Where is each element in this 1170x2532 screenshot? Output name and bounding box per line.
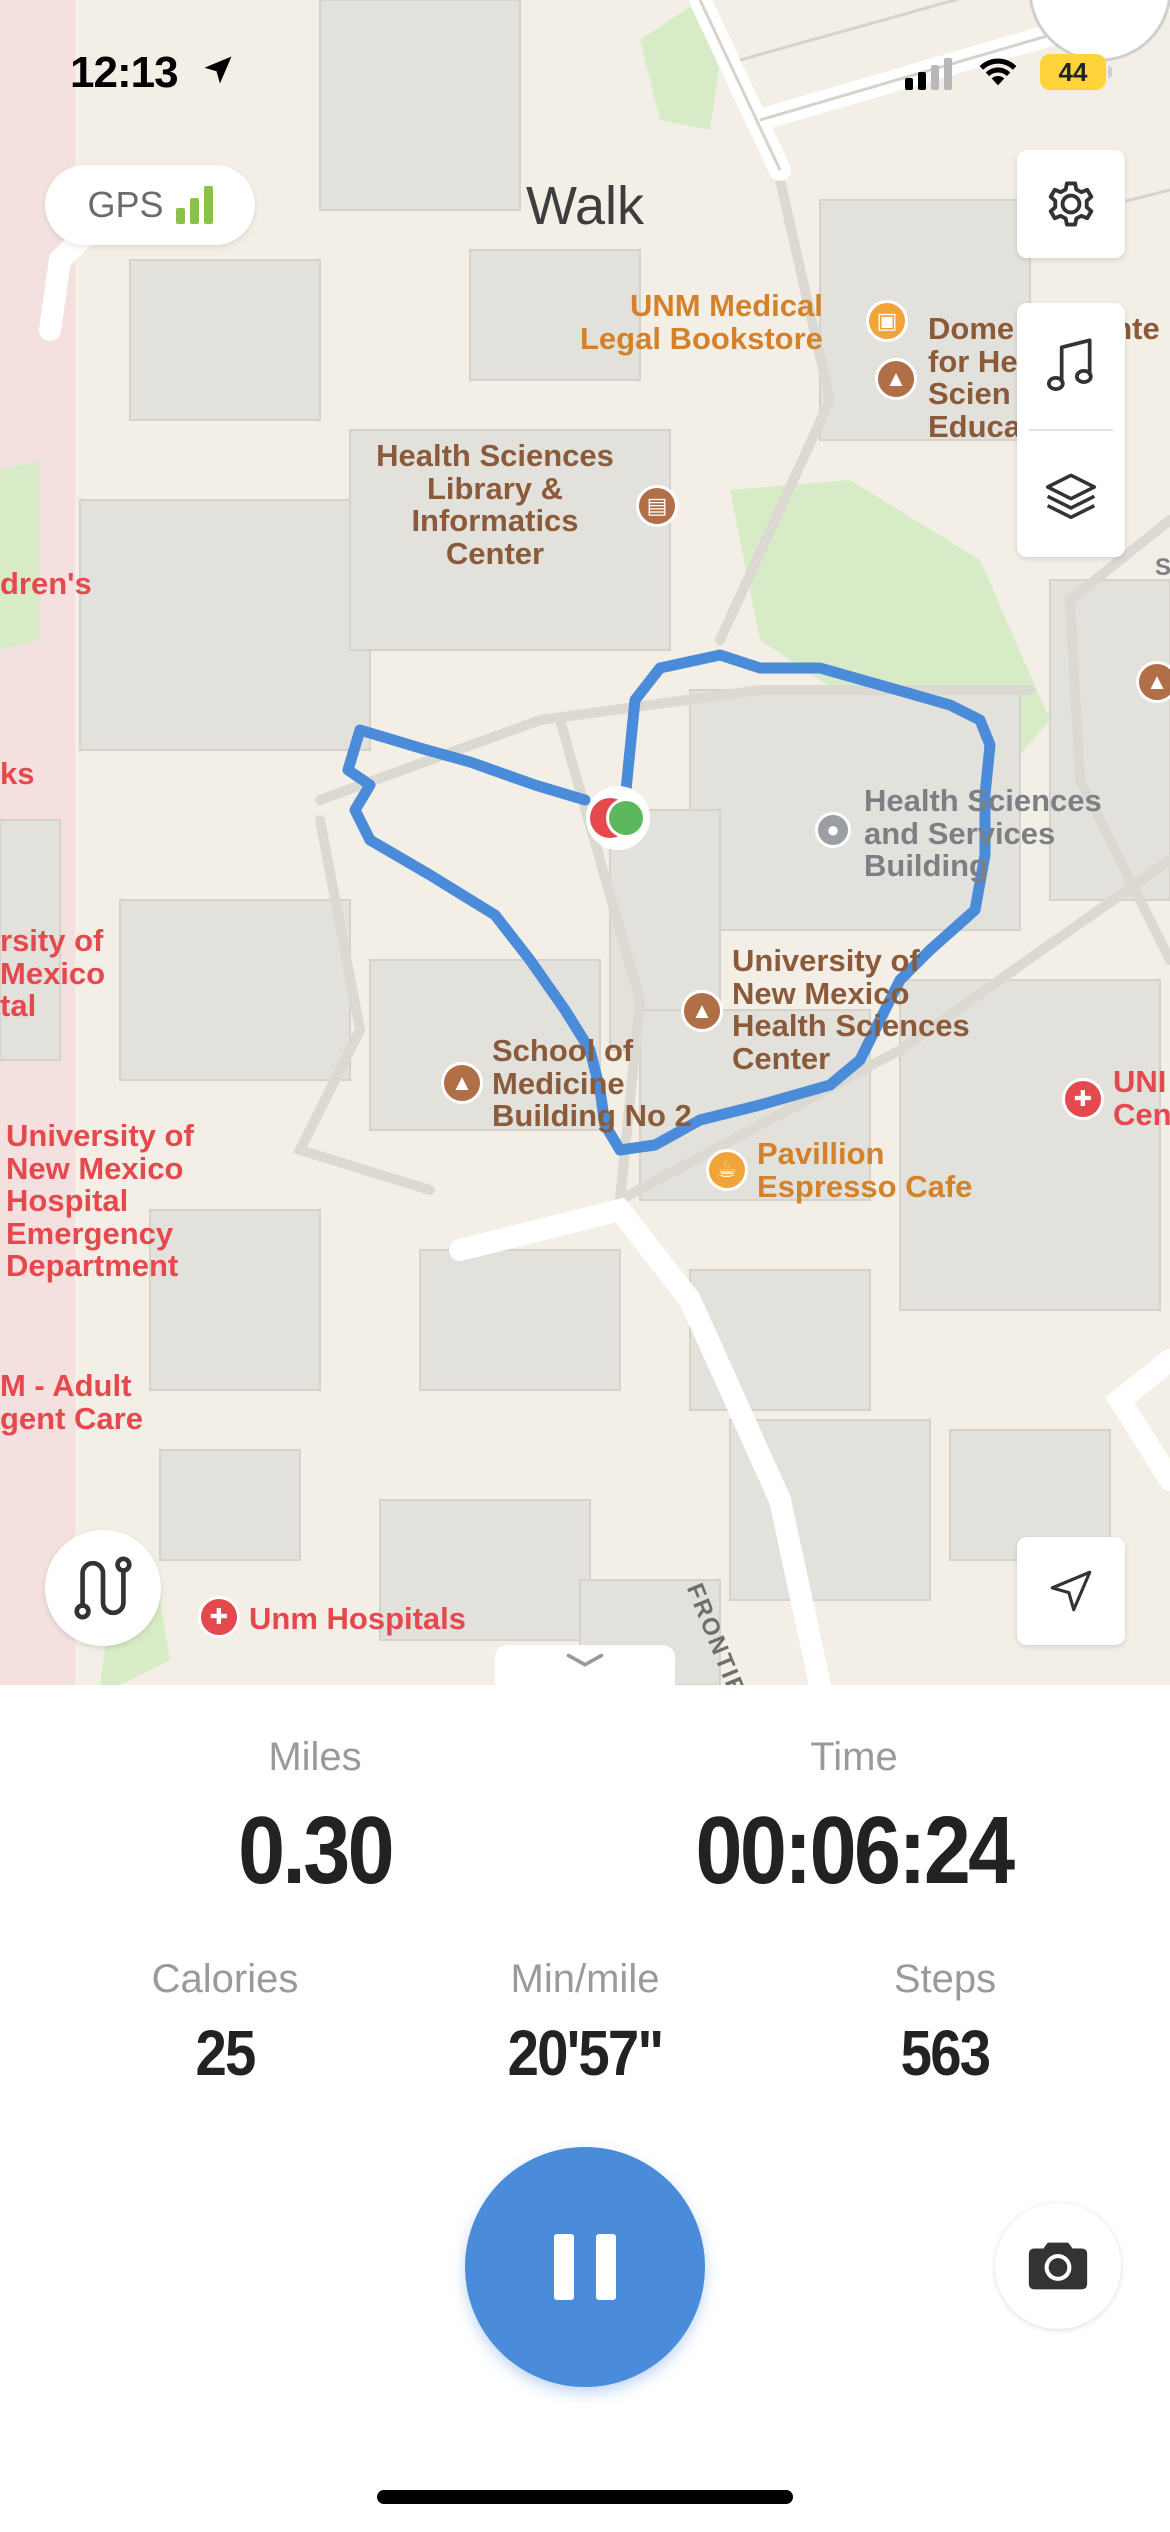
map-tools-group <box>1017 303 1125 557</box>
stat-pace-value: 20'57" <box>507 2017 665 2089</box>
education-pin-icon[interactable]: ▲ <box>875 358 917 400</box>
stat-steps: Steps 563 <box>815 1957 1075 2090</box>
pause-icon-bar <box>596 2234 616 2300</box>
settings-button[interactable] <box>1017 150 1125 258</box>
route-icon <box>74 1556 132 1620</box>
poi-label-unm-hospitals[interactable]: Unm Hospitals <box>249 1602 466 1636</box>
poi-label-hs-services[interactable]: Health Sciences and Services Building <box>864 784 1102 883</box>
wifi-icon <box>979 58 1017 86</box>
poi-label-pavillion[interactable]: Pavillion Espresso Cafe <box>757 1137 972 1203</box>
poi-label-s-edge: S <box>1155 554 1170 581</box>
location-arrow-icon <box>204 56 232 84</box>
map-view[interactable]: UNM Medical Legal Bookstore ▣ ▲ Dome for H… <box>0 0 1170 1685</box>
poi-label-hs-library[interactable]: Health Sciences Library & Informatics Cente… <box>360 439 630 570</box>
cafe-pin-icon[interactable]: ☕ <box>706 1149 748 1191</box>
stat-pace-label: Min/mile <box>510 1957 660 2001</box>
collapse-panel-tab[interactable] <box>495 1645 675 1685</box>
stat-miles-label: Miles <box>268 1735 362 1779</box>
bookstore-pin-icon[interactable]: ▣ <box>866 300 908 342</box>
camera-button[interactable] <box>995 2203 1121 2329</box>
university-pin-icon[interactable]: ▲ <box>681 990 723 1032</box>
chevron-down-icon <box>566 1653 604 1667</box>
library-pin-icon[interactable]: ▤ <box>636 485 678 527</box>
pause-button[interactable] <box>465 2147 705 2387</box>
stat-miles: Miles 0.30 <box>165 1735 465 1906</box>
signal-icon <box>905 56 952 90</box>
activity-title: Walk <box>526 176 644 236</box>
poi-label-school-medicine[interactable]: School of Medicine Building No 2 <box>492 1034 692 1133</box>
camera-icon <box>1028 2242 1088 2290</box>
pause-icon <box>554 2234 574 2300</box>
hospitals-pin-icon[interactable]: ✚ <box>198 1596 240 1638</box>
poi-label-ks[interactable]: ks <box>0 757 34 791</box>
stat-calories: Calories 25 <box>95 1957 355 2090</box>
school-pin-icon[interactable]: ▲ <box>441 1062 483 1104</box>
poi-label-unm-left[interactable]: rsity of Mexico tal <box>0 924 105 1023</box>
stat-steps-value: 563 <box>900 2017 991 2089</box>
building-pin-icon[interactable]: ● <box>815 812 851 848</box>
edu-right-pin-icon[interactable]: ▲ <box>1136 661 1170 703</box>
music-note-icon <box>1046 338 1093 391</box>
battery-indicator: 44 <box>1040 54 1112 90</box>
stat-pace: Min/mile 20'57" <box>455 1957 715 2090</box>
navigate-arrow-icon <box>1050 1570 1092 1612</box>
stat-time-label: Time <box>810 1735 898 1779</box>
stat-calories-value: 25 <box>195 2017 256 2089</box>
home-indicator[interactable] <box>377 2490 793 2504</box>
stat-steps-label: Steps <box>893 1957 997 2001</box>
settings-gear-icon <box>1048 181 1094 227</box>
stats-panel: Miles 0.30 Time 00:06:24 Calories 25 Min… <box>0 1685 1170 2532</box>
status-time: 12:13 <box>70 48 179 97</box>
poi-label-urgent-care[interactable]: M - Adult gent Care <box>0 1369 143 1435</box>
recenter-button[interactable] <box>1017 1537 1125 1645</box>
poi-label-unm-hsc[interactable]: University of New Mexico Health Sciences Ce… <box>732 944 970 1075</box>
poi-label-uni-right[interactable]: UNI Cen <box>1113 1065 1170 1131</box>
status-bar: 12:13 44 <box>0 0 1170 140</box>
map-layers-button[interactable] <box>1017 431 1125 557</box>
poi-label-bookstore[interactable]: UNM Medical Legal Bookstore <box>580 289 823 355</box>
stat-calories-label: Calories <box>151 1957 299 2001</box>
poi-label-domenici[interactable]: Dome for He Scien Educa <box>928 312 1021 443</box>
music-button[interactable] <box>1017 303 1125 429</box>
poi-label-childrens[interactable]: dren's <box>0 567 92 601</box>
stat-miles-value: 0.30 <box>238 1797 395 1904</box>
map-layers-icon <box>1045 473 1097 520</box>
stat-time-value: 00:06:24 <box>695 1797 1015 1904</box>
hospital-pin-icon[interactable]: ✚ <box>1062 1078 1104 1120</box>
stat-time: Time 00:06:24 <box>634 1735 1074 1906</box>
route-toggle-button[interactable] <box>45 1530 161 1646</box>
poi-label-unm-hospital-ed[interactable]: University of New Mexico Hospital Emergency… <box>6 1119 194 1283</box>
